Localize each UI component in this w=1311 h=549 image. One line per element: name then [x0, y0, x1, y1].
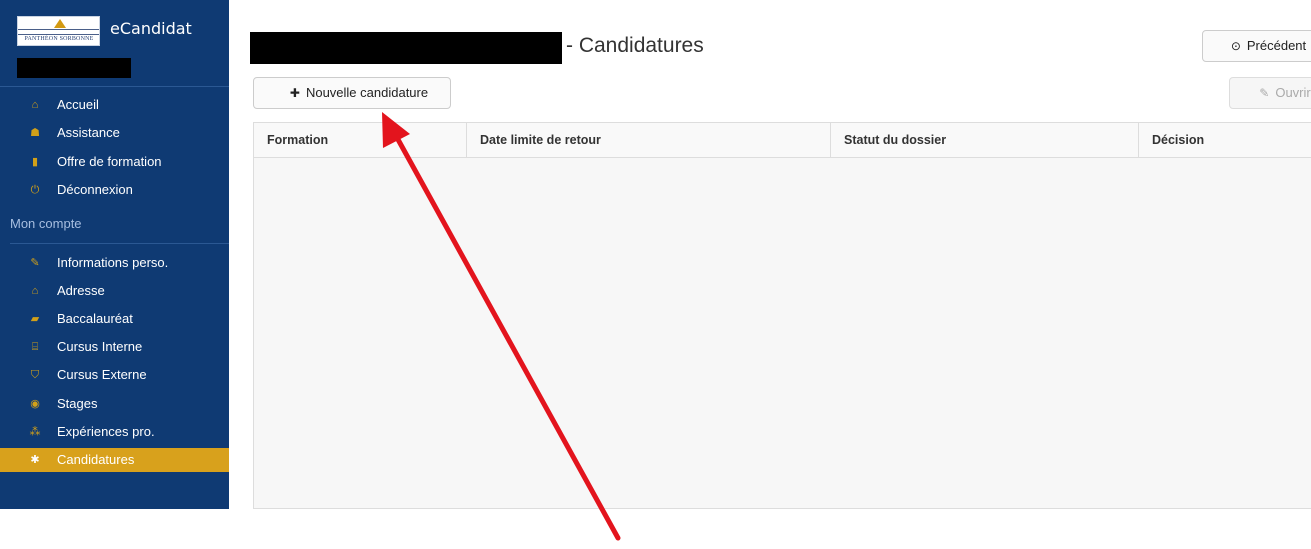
logo-divider — [18, 29, 99, 35]
asterisk-icon: ✱ — [30, 454, 40, 466]
sidebar-item-offre-de-formation[interactable]: ▮ Offre de formation — [0, 150, 229, 174]
home-icon: ⌂ — [31, 99, 39, 111]
assistance-icon: ☗ — [30, 127, 40, 139]
sidebar-item-candidatures[interactable]: ✱ Candidatures — [0, 448, 229, 472]
redacted-candidate-name — [250, 32, 562, 64]
cube-icon: ◉ — [30, 398, 40, 410]
graduation-cap-icon: ⛉ — [30, 369, 40, 381]
plus-icon: ✚ — [289, 86, 300, 100]
home-icon: ⌂ — [31, 285, 39, 297]
column-header-statut[interactable]: Statut du dossier — [831, 123, 1139, 158]
sidebar-item-label: Adresse — [57, 283, 105, 298]
applications-table[interactable]: Formation Date limite de retour Statut d… — [253, 122, 1311, 509]
sidebar-item-label: Déconnexion — [57, 182, 133, 197]
institution-icon: ⌸ — [31, 341, 39, 353]
sidebar-header: PANTHÉON SORBONNE eCandidat — [17, 16, 227, 46]
sidebar-item-assistance[interactable]: ☗ Assistance — [0, 121, 229, 145]
sidebar-divider — [0, 86, 229, 87]
sidebar-item-deconnexion[interactable]: ⏻ Déconnexion — [0, 178, 229, 202]
sidebar-item-stages[interactable]: ◉ Stages — [0, 392, 229, 416]
redacted-user-name — [17, 58, 131, 78]
bookmark-icon: ▮ — [31, 156, 39, 168]
logo-text: PANTHÉON SORBONNE — [24, 36, 94, 42]
sidebar-item-label: Candidatures — [57, 452, 135, 467]
sidebar-item-accueil[interactable]: ⌂ Accueil — [0, 93, 229, 117]
open-button[interactable]: ✎ Ouvrir — [1229, 77, 1311, 109]
sidebar-divider — [10, 243, 229, 244]
cubes-icon: ⁂ — [29, 426, 41, 438]
sidebar-item-label: Cursus Externe — [57, 367, 147, 382]
app-brand[interactable]: eCandidat — [110, 19, 192, 38]
column-header-decision[interactable]: Décision — [1139, 123, 1311, 158]
power-icon: ⏻ — [30, 184, 40, 196]
new-application-button[interactable]: ✚ Nouvelle candidature — [253, 77, 451, 109]
pencil-icon: ✎ — [30, 257, 40, 269]
section-label-mon-compte: Mon compte — [10, 216, 82, 231]
previous-button[interactable]: ⊙ Précédent — [1202, 30, 1311, 62]
column-header-date-limite[interactable]: Date limite de retour — [467, 123, 831, 158]
sidebar-item-label: Assistance — [57, 125, 120, 140]
sidebar-item-informations-perso[interactable]: ✎ Informations perso. — [0, 251, 229, 275]
sidebar-item-cursus-externe[interactable]: ⛉ Cursus Externe — [0, 363, 229, 387]
sidebar-item-label: Expériences pro. — [57, 424, 155, 439]
sidebar-item-label: Offre de formation — [57, 154, 162, 169]
open-button-label: Ouvrir — [1275, 85, 1311, 100]
sidebar-item-adresse[interactable]: ⌂ Adresse — [0, 279, 229, 303]
table-header: Formation Date limite de retour Statut d… — [254, 123, 1311, 158]
pencil-icon: ✎ — [1259, 86, 1270, 100]
book-icon: ▰ — [30, 313, 40, 325]
university-logo[interactable]: PANTHÉON SORBONNE — [17, 16, 100, 46]
circle-arrow-icon: ⊙ — [1230, 39, 1241, 53]
sidebar: PANTHÉON SORBONNE eCandidat ⌂ Accueil ☗ … — [0, 0, 229, 509]
sidebar-item-label: Informations perso. — [57, 255, 169, 270]
column-header-formation[interactable]: Formation — [254, 123, 467, 158]
sidebar-item-label: Cursus Interne — [57, 339, 143, 354]
sidebar-item-experiences-pro[interactable]: ⁂ Expériences pro. — [0, 420, 229, 444]
sidebar-item-baccalaureat[interactable]: ▰ Baccalauréat — [0, 307, 229, 331]
sidebar-item-label: Stages — [57, 396, 98, 411]
new-application-label: Nouvelle candidature — [305, 85, 429, 100]
sidebar-item-label: Baccalauréat — [57, 311, 133, 326]
sidebar-item-cursus-interne[interactable]: ⌸ Cursus Interne — [0, 335, 229, 359]
logo-triangle-icon — [54, 19, 66, 28]
page-title: - Candidatures — [566, 34, 704, 57]
previous-button-label: Précédent — [1246, 38, 1307, 53]
sidebar-item-label: Accueil — [57, 97, 99, 112]
